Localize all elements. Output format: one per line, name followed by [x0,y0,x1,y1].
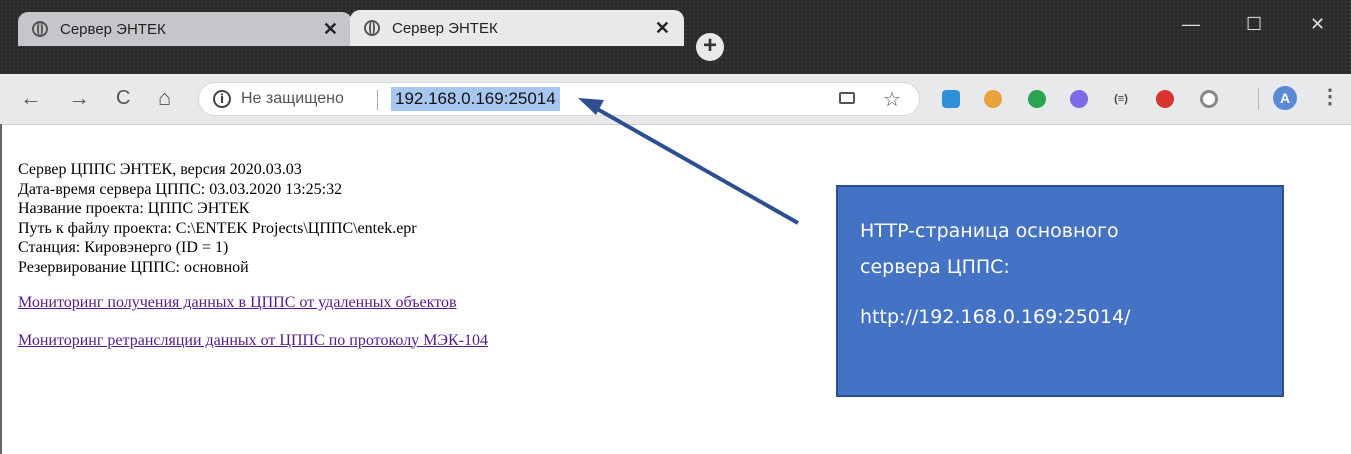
callout-line-1: HTTP-страница основного [860,220,1119,242]
callout-line-2: сервера ЦППС: [860,256,1010,278]
annotation-callout: HTTP-страница основного сервера ЦППС: ht… [836,185,1284,397]
callout-url: http://192.168.0.169:25014/ [860,306,1131,328]
